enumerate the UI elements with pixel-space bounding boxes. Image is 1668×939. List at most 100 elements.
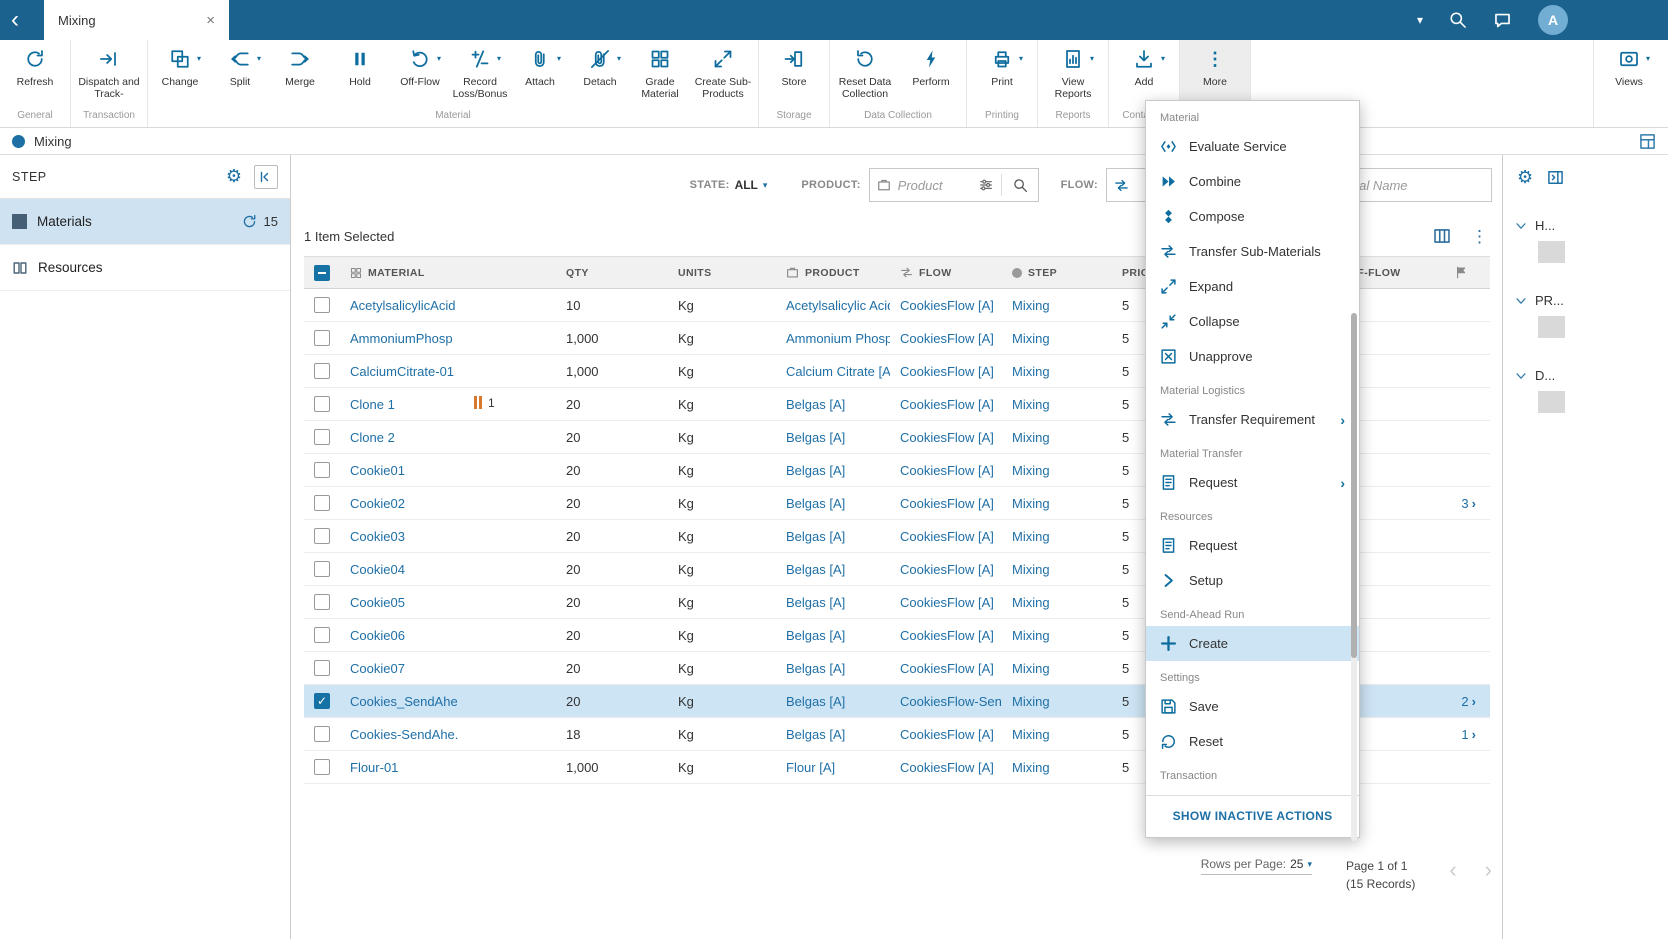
row-checkbox[interactable] bbox=[314, 594, 330, 610]
dispatch-and-track-button[interactable]: Dispatch and Track- bbox=[73, 40, 145, 110]
right-panel-section-1[interactable]: H... bbox=[1503, 218, 1668, 233]
prev-page-icon[interactable]: ‹ bbox=[1449, 859, 1456, 881]
menu-item-transfer-requirement[interactable]: Transfer Requirement › bbox=[1146, 402, 1359, 437]
step-link[interactable]: Mixing bbox=[1012, 430, 1050, 445]
row-checkbox[interactable] bbox=[314, 462, 330, 478]
right-panel-expand-icon[interactable] bbox=[1547, 169, 1564, 186]
menu-item-setup[interactable]: Setup bbox=[1146, 563, 1359, 598]
step-link[interactable]: Mixing bbox=[1012, 331, 1050, 346]
materials-refresh-icon[interactable] bbox=[242, 214, 257, 229]
product-link[interactable]: Ammonium Phosp bbox=[786, 331, 890, 346]
material-link[interactable]: AcetylsalicylicAcid bbox=[350, 298, 455, 313]
record-loss-bonus-button[interactable]: ▾ Record Loss/Bonus bbox=[450, 40, 510, 110]
filter-sliders-icon[interactable] bbox=[979, 178, 993, 192]
material-link[interactable]: Cookie02 bbox=[350, 496, 405, 511]
table-kebab-icon[interactable]: ⋮ bbox=[1471, 228, 1488, 245]
row-checkbox[interactable] bbox=[314, 495, 330, 511]
product-link[interactable]: Belgas [A] bbox=[786, 529, 845, 544]
menu-item-request-resources[interactable]: Request bbox=[1146, 528, 1359, 563]
flow-link[interactable]: CookiesFlow [A] bbox=[900, 562, 994, 577]
chat-icon[interactable] bbox=[1493, 11, 1512, 30]
show-inactive-actions-link[interactable]: SHOW INACTIVE ACTIONS bbox=[1146, 795, 1359, 835]
print-button[interactable]: ▾ Print bbox=[969, 40, 1035, 110]
row-checkbox[interactable] bbox=[314, 363, 330, 379]
step-link[interactable]: Mixing bbox=[1012, 727, 1050, 742]
grade-material-button[interactable]: Grade Material bbox=[630, 40, 690, 110]
change-button[interactable]: ▾ Change bbox=[150, 40, 210, 110]
column-header-step[interactable]: STEP bbox=[1002, 267, 1112, 279]
step-link[interactable]: Mixing bbox=[1012, 661, 1050, 676]
topbar-dropdown-icon[interactable]: ▾ bbox=[1417, 13, 1423, 27]
column-header-material[interactable]: MATERIAL bbox=[340, 267, 464, 279]
column-header-qty[interactable]: QTY bbox=[556, 267, 668, 279]
material-link[interactable]: Cookie03 bbox=[350, 529, 405, 544]
product-link[interactable]: Belgas [A] bbox=[786, 595, 845, 610]
flow-link[interactable]: CookiesFlow [A] bbox=[900, 364, 994, 379]
product-link[interactable]: Acetylsalicylic Acid bbox=[786, 298, 890, 313]
column-header-flow[interactable]: FLOW bbox=[890, 266, 1002, 279]
step-link[interactable]: Mixing bbox=[1012, 595, 1050, 610]
next-page-icon[interactable]: › bbox=[1485, 859, 1492, 881]
column-header-units[interactable]: UNITS bbox=[668, 267, 776, 279]
product-link[interactable]: Belgas [A] bbox=[786, 694, 845, 709]
material-link[interactable]: Cookie05 bbox=[350, 595, 405, 610]
avatar[interactable]: A bbox=[1538, 5, 1568, 35]
row-checkbox[interactable] bbox=[314, 396, 330, 412]
flow-link[interactable]: CookiesFlow [A] bbox=[900, 430, 994, 445]
columns-icon[interactable] bbox=[1433, 227, 1451, 245]
layout-grid-icon[interactable] bbox=[1639, 132, 1656, 149]
step-link[interactable]: Mixing bbox=[1012, 529, 1050, 544]
material-link[interactable]: Cookie07 bbox=[350, 661, 405, 676]
product-link[interactable]: Belgas [A] bbox=[786, 727, 845, 742]
right-panel-gear-icon[interactable]: ⚙ bbox=[1517, 167, 1533, 188]
row-checkbox[interactable] bbox=[314, 660, 330, 676]
flow-link[interactable]: CookiesFlow [A] bbox=[900, 595, 994, 610]
rows-per-page-select[interactable]: Rows per Page: 25 ▾ bbox=[1201, 857, 1312, 875]
row-checkbox[interactable] bbox=[314, 726, 330, 742]
material-link[interactable]: Cookies-SendAhe. bbox=[350, 727, 458, 742]
split-button[interactable]: ▾ Split bbox=[210, 40, 270, 110]
flow-link[interactable]: CookiesFlow [A] bbox=[900, 727, 994, 742]
step-link[interactable]: Mixing bbox=[1012, 562, 1050, 577]
flow-link[interactable]: CookiesFlow [A] bbox=[900, 496, 994, 511]
create-sub-products-button[interactable]: Create Sub-Products bbox=[690, 40, 756, 110]
row-checkbox[interactable] bbox=[314, 627, 330, 643]
select-all-checkbox[interactable] bbox=[314, 265, 330, 281]
flow-link[interactable]: CookiesFlow [A] bbox=[900, 760, 994, 775]
material-link[interactable]: Cookie01 bbox=[350, 463, 405, 478]
back-chevron-icon[interactable]: ‹ bbox=[0, 0, 30, 40]
merge-button[interactable]: Merge bbox=[270, 40, 330, 110]
column-header-flag[interactable] bbox=[1432, 266, 1490, 279]
sidebar-item-resources[interactable]: Resources bbox=[0, 245, 290, 291]
flow-link[interactable]: CookiesFlow [A] bbox=[900, 463, 994, 478]
flow-link[interactable]: CookiesFlow-SendAhead bbox=[900, 694, 1002, 709]
step-link[interactable]: Mixing bbox=[1012, 364, 1050, 379]
sub-count-link[interactable]: 2› bbox=[1461, 694, 1476, 709]
tab-close-icon[interactable]: × bbox=[206, 12, 215, 29]
detach-button[interactable]: ▾ Detach bbox=[570, 40, 630, 110]
product-link[interactable]: Belgas [A] bbox=[786, 397, 845, 412]
material-link[interactable]: Cookie06 bbox=[350, 628, 405, 643]
column-header-product[interactable]: PRODUCT bbox=[776, 266, 890, 279]
material-link[interactable]: Flour-01 bbox=[350, 760, 398, 775]
state-filter[interactable]: STATE: ALL ▾ bbox=[690, 178, 768, 192]
step-link[interactable]: Mixing bbox=[1012, 463, 1050, 478]
search-icon[interactable] bbox=[1449, 11, 1467, 29]
perform-button[interactable]: Perform bbox=[898, 40, 964, 110]
material-link[interactable]: CalciumCitrate-01 bbox=[350, 364, 454, 379]
material-link[interactable]: Cookies_SendAhe bbox=[350, 694, 458, 709]
row-checkbox[interactable] bbox=[314, 759, 330, 775]
row-checkbox[interactable] bbox=[314, 429, 330, 445]
reset-data-collection-button[interactable]: Reset Data Collection bbox=[832, 40, 898, 110]
views-button[interactable]: ▾ Views bbox=[1596, 40, 1662, 110]
material-link[interactable]: AmmoniumPhosp bbox=[350, 331, 453, 346]
step-settings-gear-icon[interactable]: ⚙ bbox=[226, 166, 242, 187]
sub-count-link[interactable]: 3› bbox=[1461, 496, 1476, 511]
product-link[interactable]: Flour [A] bbox=[786, 760, 835, 775]
collapse-sidebar-icon[interactable] bbox=[254, 165, 278, 189]
menu-item-request-transfer[interactable]: Request › bbox=[1146, 465, 1359, 500]
menu-scrollbar-thumb[interactable] bbox=[1351, 313, 1357, 658]
product-input[interactable] bbox=[898, 178, 973, 193]
flow-link[interactable]: CookiesFlow [A] bbox=[900, 397, 994, 412]
flow-link[interactable]: CookiesFlow [A] bbox=[900, 298, 994, 313]
